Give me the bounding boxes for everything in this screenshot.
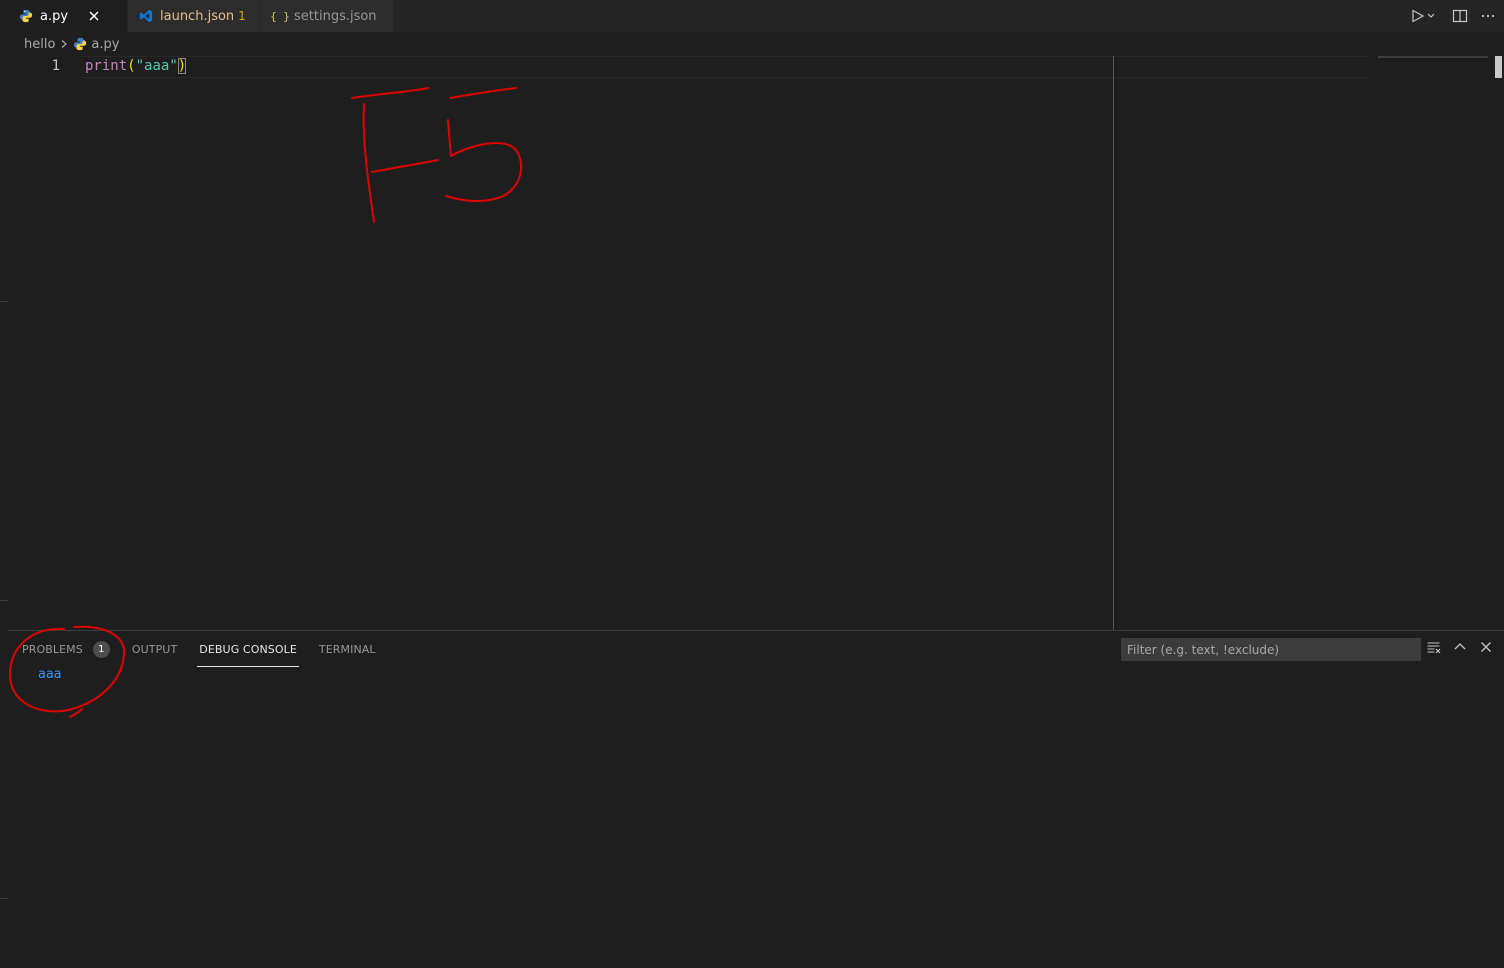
split-editor-icon[interactable]	[1452, 8, 1468, 24]
close-icon[interactable]	[86, 8, 102, 24]
code-editor[interactable]: 1 print("aaa")	[8, 56, 1504, 630]
panel-tab-label: PROBLEMS	[22, 642, 83, 656]
editor-actions	[1410, 0, 1496, 32]
filter-input[interactable]	[1121, 638, 1421, 661]
tab-settings-json[interactable]: { } settings.json	[260, 0, 394, 32]
current-line-highlight	[80, 56, 1370, 78]
python-icon	[18, 8, 34, 24]
panel-tab-label: TERMINAL	[318, 642, 376, 656]
tab-label: settings.json	[294, 8, 377, 24]
run-button[interactable]	[1410, 8, 1440, 24]
chevron-right-icon	[59, 39, 69, 49]
code-function-token: print	[85, 58, 128, 74]
close-panel-icon[interactable]	[1478, 639, 1494, 655]
python-icon	[73, 37, 87, 51]
vscode-window: a.py launch.json 1 { } settings.json hel…	[0, 0, 1504, 968]
tab-launch-json[interactable]: launch.json 1	[128, 0, 260, 32]
panel-tab-label: OUTPUT	[131, 642, 178, 656]
panel-actions	[1426, 639, 1494, 655]
editor-tab-bar: a.py launch.json 1 { } settings.json	[8, 0, 1504, 32]
vscode-icon	[138, 8, 154, 24]
code-line[interactable]: print("aaa")	[85, 58, 187, 74]
code-quote-token: "	[169, 58, 178, 74]
line-number: 1	[51, 58, 60, 74]
tab-output[interactable]: OUTPUT	[132, 631, 177, 667]
tab-label: launch.json	[160, 8, 235, 24]
scrollbar-thumb[interactable]	[1495, 56, 1502, 78]
tab-label: a.py	[40, 8, 69, 24]
breadcrumb-folder[interactable]: hello	[24, 37, 55, 52]
tab-debug-console[interactable]: DEBUG CONSOLE	[197, 631, 299, 667]
problem-count-badge: 1	[238, 9, 246, 23]
panel-tab-label: DEBUG CONSOLE	[199, 642, 297, 656]
breadcrumb: hello a.py	[8, 32, 1504, 56]
minimap-slider[interactable]	[1378, 56, 1488, 58]
tab-a-py[interactable]: a.py	[8, 0, 128, 32]
tab-problems[interactable]: PROBLEMS 1	[22, 631, 110, 667]
clear-console-icon[interactable]	[1426, 639, 1442, 655]
json-braces-icon: { }	[270, 9, 290, 23]
editor-ruler	[1113, 56, 1114, 630]
more-actions-icon[interactable]	[1480, 8, 1496, 24]
maximize-panel-icon[interactable]	[1452, 639, 1468, 655]
console-line: aaa	[38, 667, 62, 682]
code-paren-token: )	[177, 58, 187, 74]
code-paren-token: (	[127, 58, 136, 74]
activity-edge	[0, 0, 8, 968]
code-string-token: aaa	[144, 58, 170, 74]
breadcrumb-file-label: a.py	[91, 36, 120, 52]
breadcrumb-file[interactable]: a.py	[73, 37, 119, 52]
handwritten-f5-annotation	[351, 87, 523, 223]
edge-divider	[0, 600, 8, 601]
panel-tab-bar: PROBLEMS 1 OUTPUT DEBUG CONSOLE TERMINAL	[22, 631, 376, 667]
problems-count-badge: 1	[92, 640, 110, 658]
bottom-panel: PROBLEMS 1 OUTPUT DEBUG CONSOLE TERMINAL	[8, 625, 1504, 968]
edge-divider	[0, 301, 8, 302]
tab-terminal[interactable]: TERMINAL	[319, 631, 376, 667]
code-quote-token: "	[135, 58, 145, 74]
debug-console-output: aaa	[38, 667, 61, 682]
edge-divider	[0, 898, 8, 899]
